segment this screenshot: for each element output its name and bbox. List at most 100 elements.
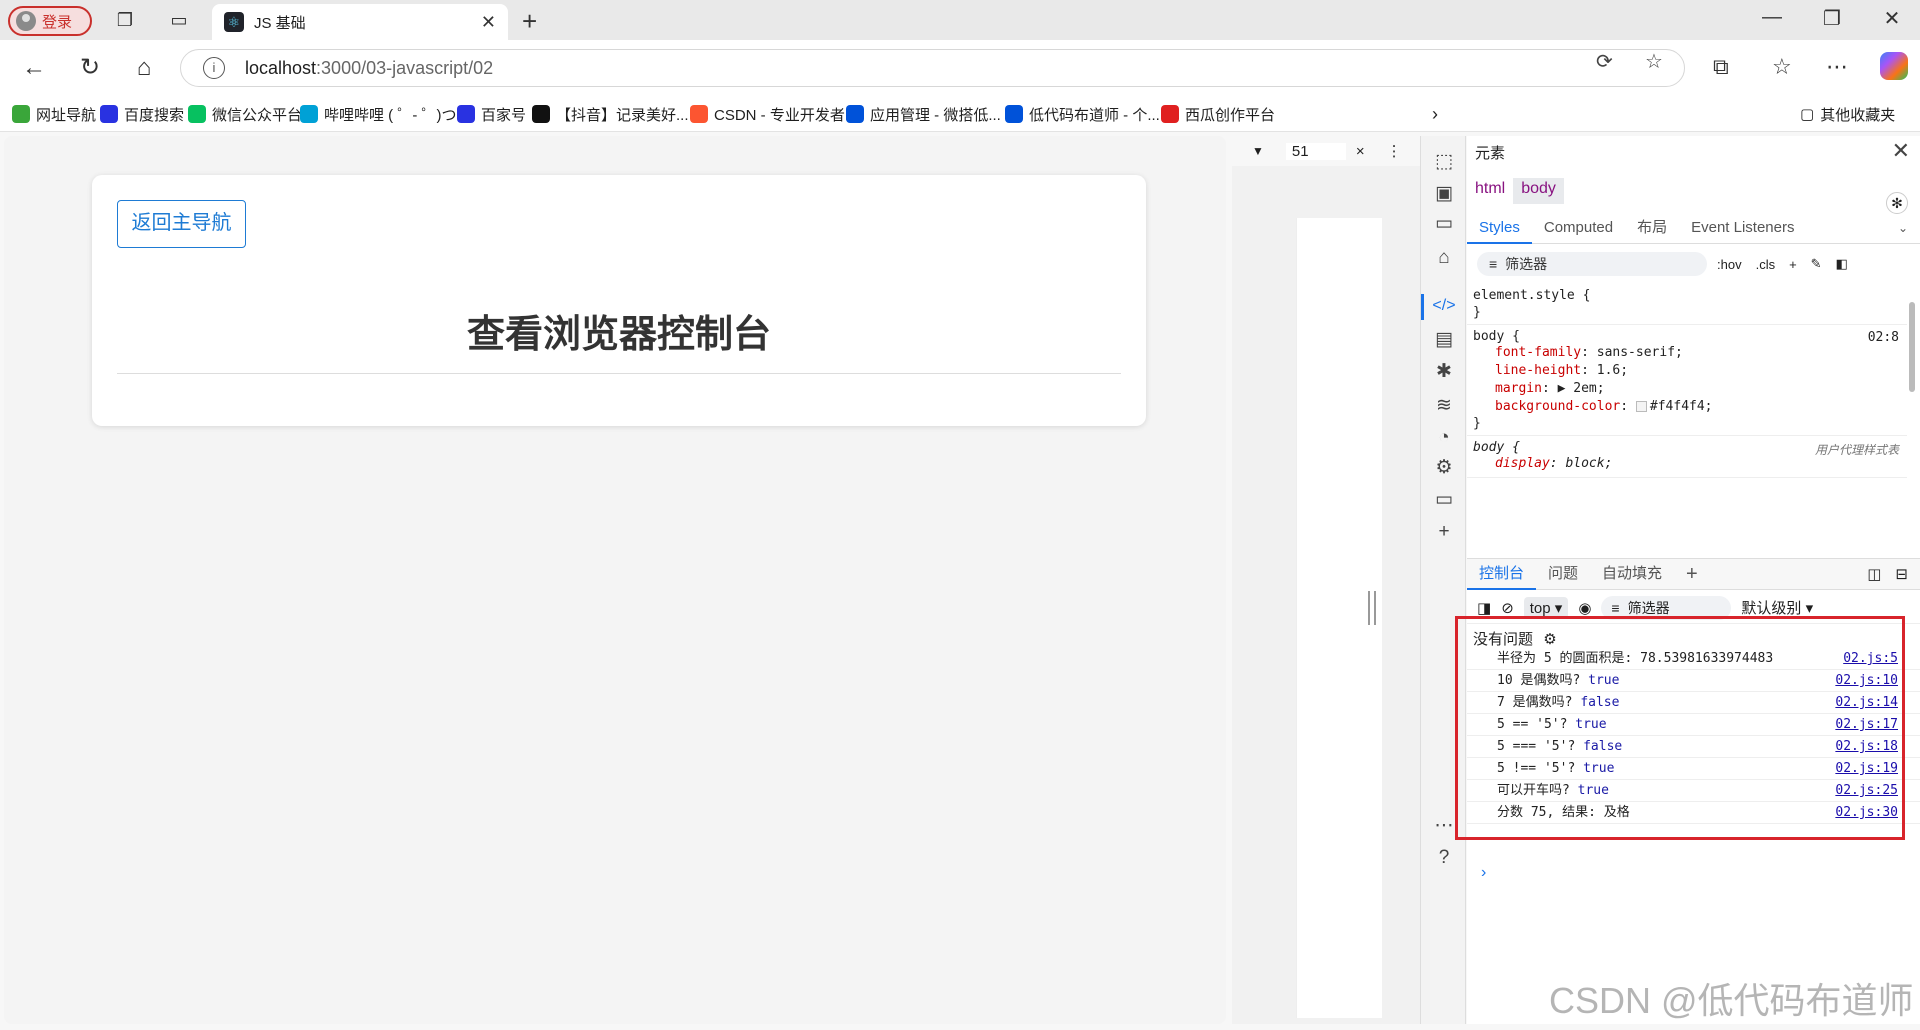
tab-styles[interactable]: Styles bbox=[1467, 212, 1532, 244]
active-marker bbox=[1421, 294, 1424, 320]
rule-source-link[interactable]: 02:8 bbox=[1868, 330, 1899, 345]
element-style-rule[interactable]: element.style { } bbox=[1467, 284, 1907, 325]
sidebar-toggle-icon[interactable]: ◧ bbox=[1836, 256, 1848, 272]
dock-drawer-icon[interactable]: ◫ bbox=[1867, 565, 1881, 583]
back-to-nav-button[interactable]: 返回主导航 bbox=[117, 200, 246, 248]
filter-icon: ≡ bbox=[1611, 599, 1620, 616]
red-highlight-box bbox=[1455, 616, 1905, 840]
immersive-reader-icon[interactable]: ⟳ bbox=[1596, 49, 1613, 74]
sources-bug-icon[interactable]: ✱ bbox=[1432, 360, 1456, 384]
login-label: 登录 bbox=[42, 13, 73, 31]
elements-panel-icon[interactable]: </> bbox=[1432, 294, 1456, 318]
more-menu-icon[interactable]: ⋯ bbox=[1826, 54, 1848, 80]
clear-console-icon[interactable]: ⊘ bbox=[1501, 599, 1514, 617]
close-window-icon[interactable]: ✕ bbox=[1872, 6, 1912, 31]
close-devtools-icon[interactable]: ✕ bbox=[1892, 138, 1910, 164]
more-tools-plus-icon[interactable]: + bbox=[1432, 520, 1456, 544]
favorites-icon[interactable]: ☆ bbox=[1772, 54, 1792, 80]
console-prompt[interactable]: › bbox=[1481, 864, 1486, 882]
css-property[interactable]: line-height: 1.6; bbox=[1473, 362, 1901, 380]
tab-computed[interactable]: Computed bbox=[1532, 212, 1625, 244]
maximize-icon[interactable]: ❐ bbox=[1812, 6, 1852, 31]
bookmark-item[interactable]: 应用管理 - 微搭低... bbox=[846, 102, 1001, 126]
other-favorites[interactable]: ▢ 其他收藏夹 bbox=[1800, 102, 1895, 126]
tab-layout[interactable]: 布局 bbox=[1625, 212, 1679, 244]
dimensions-dropdown-icon[interactable]: ▼ bbox=[1252, 144, 1264, 158]
console-panel-icon[interactable]: ▤ bbox=[1432, 328, 1456, 352]
welcome-home-icon[interactable]: ⌂ bbox=[1432, 246, 1456, 270]
hov-toggle[interactable]: :hov bbox=[1717, 257, 1742, 272]
performance-icon[interactable]: ◔ bbox=[1432, 426, 1456, 450]
new-tab-button[interactable]: + bbox=[522, 6, 537, 37]
bookmark-item[interactable]: 网址导航 bbox=[12, 102, 96, 126]
dock-icon[interactable]: ▭ bbox=[1432, 212, 1456, 236]
help-icon[interactable]: ? bbox=[1432, 846, 1456, 870]
site-info-icon[interactable]: i bbox=[203, 57, 225, 79]
color-swatch[interactable] bbox=[1635, 401, 1647, 412]
tab-issues[interactable]: 问题 bbox=[1536, 558, 1590, 590]
favorite-star-icon[interactable]: ☆ bbox=[1645, 49, 1663, 74]
bookmarks-overflow-icon[interactable]: › bbox=[1432, 102, 1438, 126]
inspect-icon[interactable]: ⬚ bbox=[1432, 150, 1456, 174]
bookmark-item[interactable]: 哔哩哔哩 ( ゜- ゜)つ... bbox=[300, 102, 469, 126]
accessibility-icon[interactable]: ✻ bbox=[1886, 192, 1908, 214]
back-icon[interactable]: ← bbox=[20, 54, 48, 82]
filter-icon: ≡ bbox=[1489, 256, 1498, 272]
cls-toggle[interactable]: .cls bbox=[1756, 257, 1776, 272]
bookmark-item[interactable]: 百度搜索 bbox=[100, 102, 184, 126]
close-drawer-icon[interactable]: ⊟ bbox=[1895, 565, 1908, 583]
tab-autofill[interactable]: 自动填充 bbox=[1590, 558, 1674, 590]
settings-gear-icon[interactable]: ⚙ bbox=[1432, 456, 1456, 480]
tab-js-basics[interactable]: ⚛ JS 基础 ✕ bbox=[212, 4, 508, 40]
css-property[interactable]: margin: ▶ 2em; bbox=[1473, 380, 1901, 398]
address-bar[interactable]: i localhost:3000/03-javascript/02 bbox=[180, 49, 1685, 87]
breadcrumb-html[interactable]: html bbox=[1467, 178, 1513, 204]
log-level-select[interactable]: 默认级别 ▾ bbox=[1741, 597, 1813, 618]
breadcrumb-body[interactable]: body bbox=[1513, 178, 1564, 204]
profile-login-button[interactable]: 登录 bbox=[8, 6, 92, 36]
bookmark-item[interactable]: 微信公众平台 bbox=[188, 102, 302, 126]
home-icon[interactable]: ⌂ bbox=[130, 54, 158, 82]
bookmark-item[interactable]: 西瓜创作平台 bbox=[1161, 102, 1275, 126]
device-toggle-icon[interactable]: ▣ bbox=[1432, 182, 1456, 206]
body-rule[interactable]: body { 02:8 font-family: sans-serif; lin… bbox=[1467, 325, 1907, 436]
bookmark-item[interactable]: 低代码布道师 - 个... bbox=[1005, 102, 1160, 126]
styles-filter-input[interactable]: ≡ 筛选器 bbox=[1477, 252, 1707, 276]
minimize-icon[interactable]: — bbox=[1752, 6, 1792, 29]
paint-brush-icon[interactable]: ✎ bbox=[1811, 256, 1822, 272]
styles-scrollbar[interactable] bbox=[1907, 284, 1917, 546]
content-card: 返回主导航 查看浏览器控制台 bbox=[92, 175, 1146, 426]
chevron-down-icon[interactable]: ⌄ bbox=[1898, 221, 1908, 235]
device-emulation-pane: ▼ 51 × ⋮ bbox=[1232, 136, 1420, 1024]
reload-icon[interactable]: ↻ bbox=[76, 54, 104, 82]
collections-icon[interactable]: ❐ bbox=[114, 10, 136, 30]
bookmark-item[interactable]: 百家号 bbox=[457, 102, 526, 126]
copilot-icon[interactable] bbox=[1880, 52, 1908, 80]
tab-event-listeners[interactable]: Event Listeners bbox=[1679, 212, 1806, 244]
resize-handle[interactable] bbox=[1368, 591, 1376, 625]
width-input[interactable]: 51 bbox=[1285, 142, 1346, 160]
add-tab-plus-icon[interactable]: + bbox=[1674, 558, 1710, 590]
device-more-icon[interactable]: ⋮ bbox=[1387, 142, 1402, 160]
bookmark-item[interactable]: 【抖音】记录美好... bbox=[532, 102, 689, 126]
bookmark-item[interactable]: CSDN - 专业开发者... bbox=[690, 102, 857, 126]
css-property[interactable]: font-family: sans-serif; bbox=[1473, 344, 1901, 362]
page-title: 查看浏览器控制台 bbox=[466, 314, 771, 356]
live-expression-eye-icon[interactable]: ◉ bbox=[1578, 599, 1591, 617]
network-wifi-icon[interactable]: ≋ bbox=[1432, 394, 1456, 418]
navigation-bar: ← ↻ ⌂ i localhost:3000/03-javascript/02 … bbox=[0, 40, 1920, 96]
application-icon[interactable]: ▭ bbox=[1432, 488, 1456, 512]
react-favicon-icon: ⚛ bbox=[224, 12, 244, 32]
more-options-icon[interactable]: ⋯ bbox=[1432, 814, 1456, 838]
new-rule-plus-icon[interactable]: + bbox=[1789, 257, 1797, 272]
styles-subtabs: Styles Computed 布局 Event Listeners ⌄ bbox=[1467, 212, 1920, 244]
extensions-icon[interactable]: ⧉ bbox=[1713, 54, 1729, 80]
breadcrumb: html body bbox=[1467, 178, 1920, 204]
tab-title: JS 基础 bbox=[254, 14, 306, 32]
tab-actions-icon[interactable]: ▭ bbox=[168, 10, 190, 30]
close-tab-icon[interactable]: ✕ bbox=[481, 12, 496, 33]
console-sidebar-icon[interactable]: ◨ bbox=[1477, 599, 1491, 617]
bookmarks-bar: › ▢ 其他收藏夹 网址导航 百度搜索 微信公众平台 哔哩哔哩 ( ゜- ゜)つ...… bbox=[0, 96, 1920, 132]
css-property[interactable]: background-color: #f4f4f4; bbox=[1473, 398, 1901, 416]
tab-console[interactable]: 控制台 bbox=[1467, 558, 1537, 590]
